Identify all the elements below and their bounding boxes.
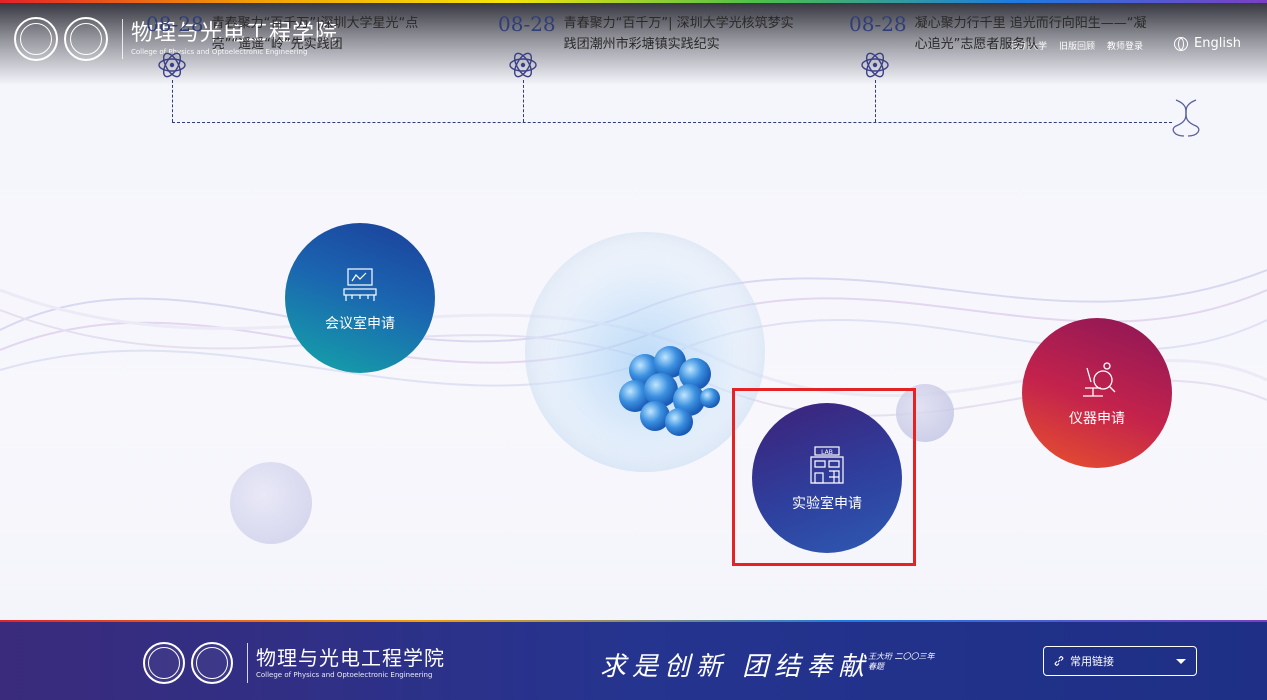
news-title[interactable]: 青春聚力“百千万”|深圳大学星光“点亮”“遥遥“岭”先实践团 — [212, 13, 452, 55]
news-date: 08-28 — [849, 12, 907, 36]
news-item[interactable]: 08-28 青春聚力“百千万”|深圳大学星光“点亮”“遥遥“岭”先实践团 — [146, 13, 452, 55]
college-seal-icon — [64, 17, 108, 61]
atom-icon — [861, 52, 889, 78]
site-footer: 物理与光电工程学院 College of Physics and Optoele… — [0, 622, 1267, 700]
common-links-dropdown[interactable]: 常用链接 — [1043, 646, 1197, 676]
university-seal-icon — [14, 17, 58, 61]
svg-text:LAB: LAB — [821, 449, 833, 456]
news-date: 08-28 — [146, 12, 204, 36]
chevron-down-icon — [1176, 659, 1186, 664]
decorative-bubble — [230, 462, 312, 544]
meeting-room-apply-button[interactable]: 会议室申请 — [285, 223, 435, 373]
news-title[interactable]: 青春聚力“百千万”| 深圳大学光核筑梦实践团潮州市彩塘镇实践纪实 — [564, 13, 804, 55]
decorative-bubble — [896, 384, 954, 442]
globe-icon — [1174, 36, 1189, 51]
college-seal-icon — [191, 642, 233, 684]
news-date: 08-28 — [498, 12, 556, 36]
timeline-line — [172, 122, 1172, 123]
news-item[interactable]: 08-28 青春聚力“百千万”| 深圳大学光核筑梦实践团潮州市彩塘镇实践纪实 — [498, 13, 804, 55]
timeline-connector — [875, 80, 876, 122]
atom-icon — [158, 52, 186, 78]
motto-signature: 王大珩 二〇〇三年春题 — [868, 652, 935, 671]
link-icon — [1054, 656, 1064, 666]
logo-divider — [247, 643, 248, 683]
lab-label: 实验室申请 — [792, 496, 862, 512]
language-label: English — [1194, 36, 1241, 51]
footer-logo[interactable]: 物理与光电工程学院 College of Physics and Optoele… — [143, 642, 445, 684]
instrument-apply-button[interactable]: 仪器申请 — [1022, 318, 1172, 468]
meeting-room-icon — [343, 268, 377, 301]
news-item[interactable]: 08-28 凝心聚力行千里 追光而行向阳生——“凝心追光”志愿者服务队 — [849, 13, 1155, 55]
instrument-label: 仪器申请 — [1069, 411, 1125, 427]
language-switch[interactable]: English — [1174, 36, 1241, 51]
microscope-icon — [1083, 362, 1116, 397]
helix-icon — [1172, 99, 1200, 137]
timeline-connector — [172, 80, 173, 122]
university-seal-icon — [143, 642, 185, 684]
footer-college-name: 物理与光电工程学院 — [256, 646, 445, 670]
meeting-room-label: 会议室申请 — [325, 316, 395, 332]
atom-icon — [509, 52, 537, 78]
college-motto: 求是创新 团结奉献 — [600, 652, 871, 682]
lab-apply-button[interactable]: LAB 实验室申请 — [752, 403, 902, 553]
nucleus-graphic — [619, 346, 720, 436]
lab-building-icon: LAB — [810, 446, 844, 484]
footer-college-name-en: College of Physics and Optoelectronic En… — [256, 671, 433, 679]
timeline-connector — [523, 80, 524, 122]
news-title[interactable]: 凝心聚力行千里 追光而行向阳生——“凝心追光”志愿者服务队 — [915, 13, 1155, 55]
logo-divider — [122, 19, 123, 59]
common-links-label: 常用链接 — [1070, 655, 1114, 668]
